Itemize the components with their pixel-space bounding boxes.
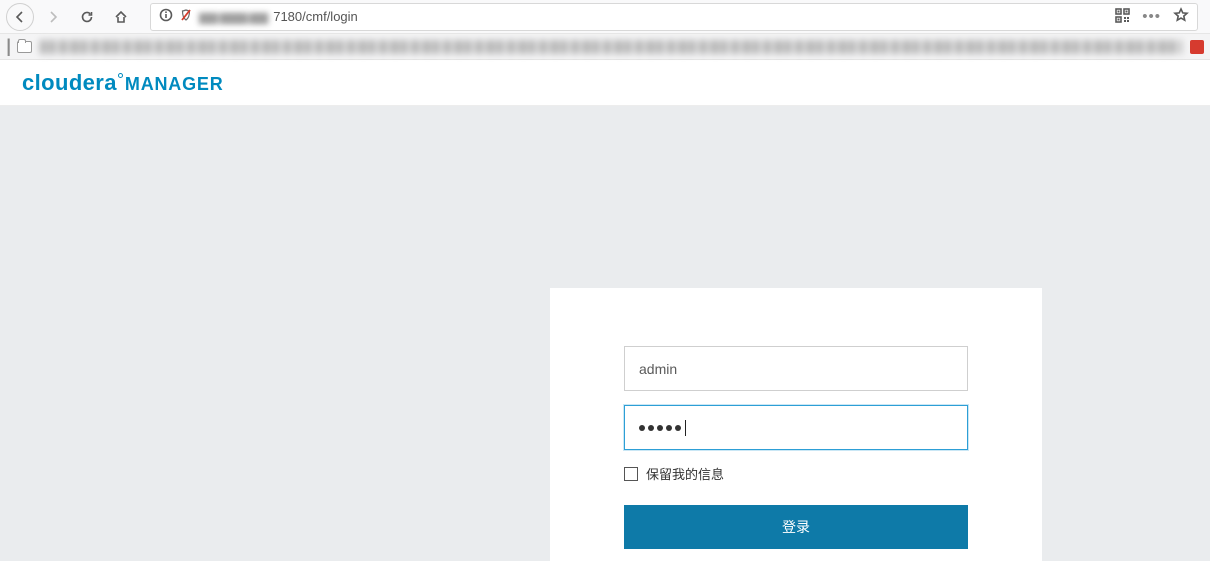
login-button-label: 登录: [782, 517, 810, 537]
url-host-blurred: ▆▆ ▆▆▆.▆▆: [199, 9, 267, 25]
shield-off-icon: [179, 8, 193, 25]
bookmarks-end-icon[interactable]: [1190, 40, 1204, 54]
remember-me-checkbox[interactable]: [624, 467, 638, 481]
star-icon[interactable]: [1173, 7, 1189, 26]
logo-brand: cloudera: [22, 70, 117, 96]
username-field-wrap: [624, 346, 968, 391]
logo-product: MANAGER: [125, 74, 224, 95]
login-button[interactable]: 登录: [624, 505, 968, 549]
password-field-wrap: [624, 405, 968, 450]
app-logo: cloudera MANAGER: [22, 70, 224, 96]
browser-toolbar: ▆▆ ▆▆▆.▆▆ 7180/cmf/login •••: [0, 0, 1210, 34]
info-icon: [159, 8, 173, 25]
bookmarks-blurred: [40, 40, 1182, 54]
page-body: 保留我的信息 登录: [0, 106, 1210, 561]
login-card: 保留我的信息 登录: [550, 288, 1042, 561]
back-button[interactable]: [6, 3, 34, 31]
username-input[interactable]: [624, 346, 968, 391]
meatballs-icon[interactable]: •••: [1142, 8, 1161, 25]
url-bar[interactable]: ▆▆ ▆▆▆.▆▆ 7180/cmf/login •••: [150, 3, 1198, 31]
folder-icon[interactable]: [17, 41, 32, 53]
home-button[interactable]: [106, 2, 136, 32]
url-path: 7180/cmf/login: [273, 9, 358, 24]
bookmarks-separator: ||: [6, 36, 7, 57]
reload-button[interactable]: [72, 2, 102, 32]
remember-me-row[interactable]: 保留我的信息: [624, 464, 968, 483]
bookmarks-bar: ||: [0, 34, 1210, 60]
password-input[interactable]: [624, 405, 968, 450]
app-header: cloudera MANAGER: [0, 60, 1210, 106]
remember-me-label: 保留我的信息: [646, 464, 724, 483]
qr-icon[interactable]: [1115, 8, 1130, 26]
forward-button[interactable]: [38, 2, 68, 32]
